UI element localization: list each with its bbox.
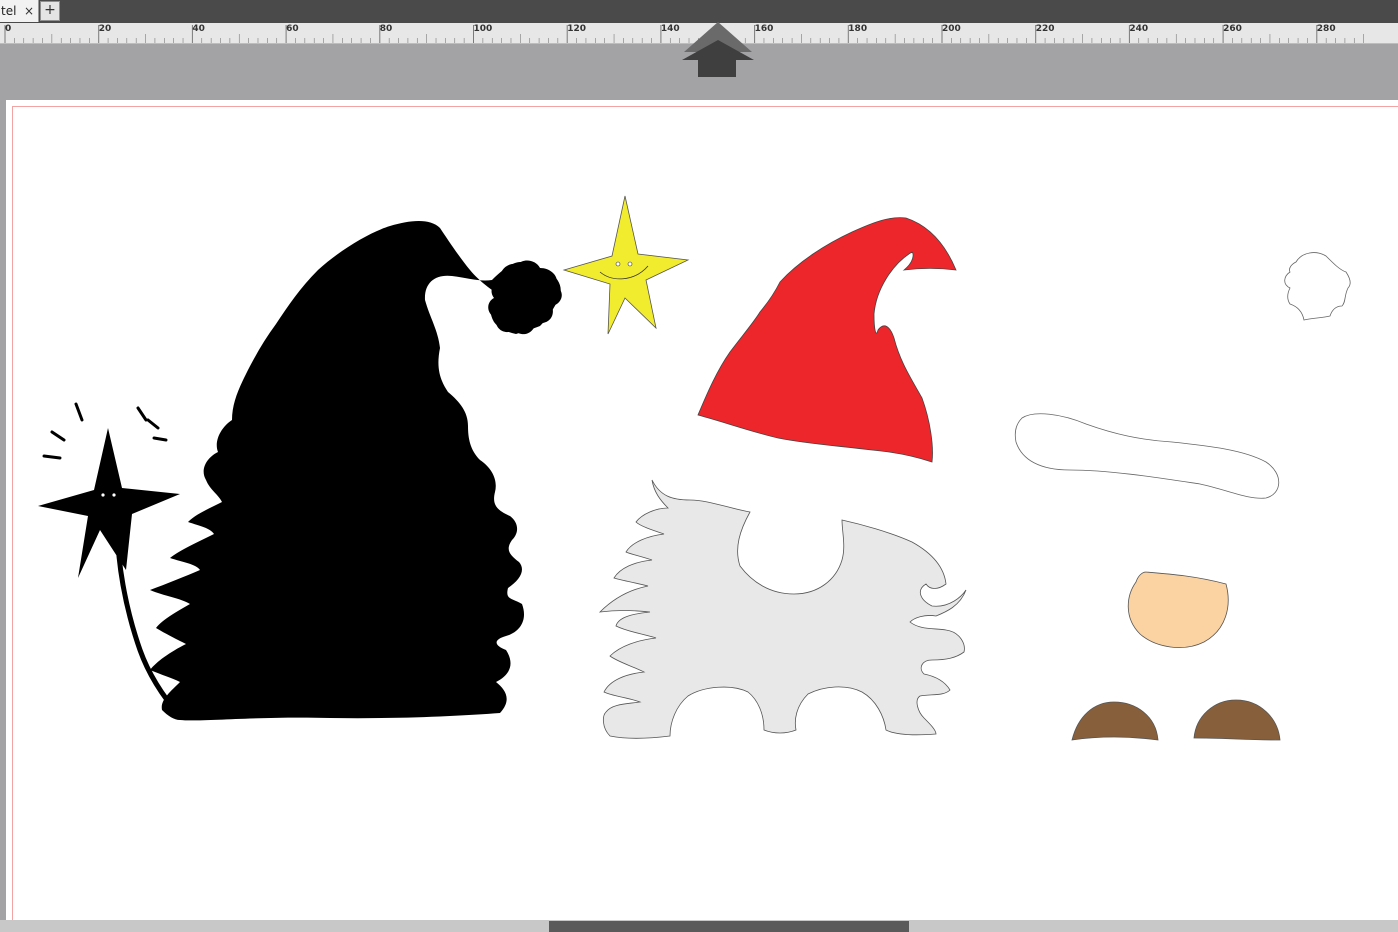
scrollbar-thumb[interactable]: [549, 921, 909, 932]
right-boot[interactable]: [1193, 699, 1281, 741]
star-face[interactable]: [562, 195, 690, 335]
pompom-outline[interactable]: [1284, 252, 1351, 321]
beard[interactable]: [598, 479, 967, 739]
nose[interactable]: [1127, 571, 1229, 648]
hat-brim-outline[interactable]: [1014, 413, 1280, 499]
left-boot[interactable]: [1071, 701, 1159, 741]
gnome-silhouette[interactable]: [38, 221, 562, 721]
gnome-hat[interactable]: [697, 217, 957, 463]
artwork-layer: [38, 195, 1351, 741]
